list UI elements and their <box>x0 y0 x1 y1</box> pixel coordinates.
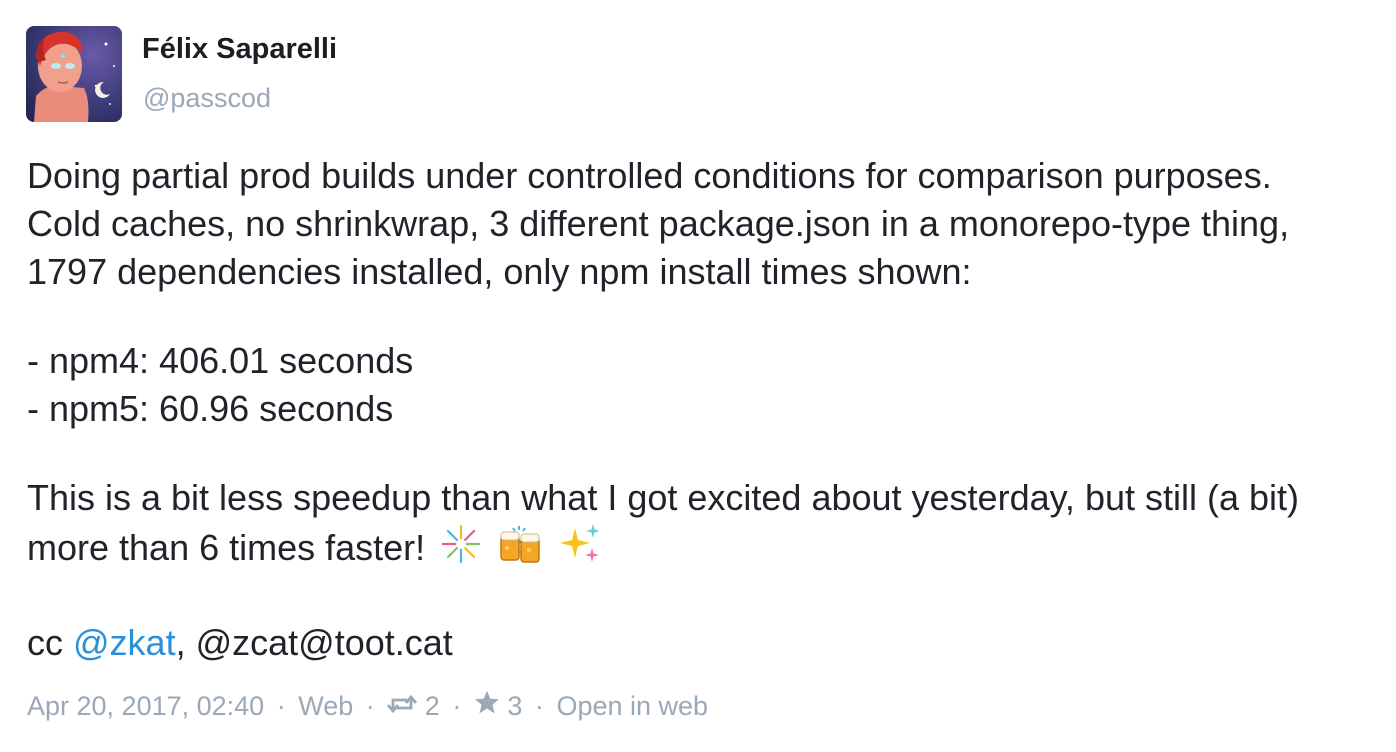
display-name[interactable]: Félix Saparelli <box>142 30 337 68</box>
paragraph-cc: cc @zkat, @zcat@toot.cat <box>27 619 1387 667</box>
timestamp-link[interactable]: Apr 20, 2017, 02:40 <box>27 691 264 721</box>
open-in-web-link[interactable]: Open in web <box>556 691 708 721</box>
cc-separator: , <box>175 622 196 663</box>
separator-dot: · <box>452 690 462 721</box>
text-line: Doing partial prod builds under controll… <box>27 155 1272 196</box>
status-card: Félix Saparelli @passcod Doing partial p… <box>0 0 1396 752</box>
text-line: This is a bit less speedup than what I g… <box>27 477 1300 518</box>
application-name: Web <box>298 690 354 721</box>
text-line: - npm4: 406.01 seconds <box>27 340 414 381</box>
paragraph-summary: This is a bit less speedup than what I g… <box>27 474 1387 578</box>
paragraph-results: - npm4: 406.01 seconds - npm5: 60.96 sec… <box>27 337 1387 433</box>
star-icon <box>474 688 500 724</box>
paragraph-intro: Doing partial prod builds under controll… <box>27 152 1387 296</box>
beers-emoji-icon <box>497 522 545 578</box>
sparkles-emoji-icon <box>559 522 603 578</box>
text-line: 1797 dependencies installed, only npm in… <box>27 251 972 292</box>
retweet-icon <box>387 688 418 724</box>
text-line: - npm5: 60.96 seconds <box>27 388 394 429</box>
mention-text-zcat: @zcat@toot.cat <box>195 622 453 663</box>
text-line: Cold caches, no shrinkwrap, 3 different … <box>27 203 1290 244</box>
separator-dot: · <box>365 690 375 721</box>
status-content: Doing partial prod builds under controll… <box>27 152 1387 667</box>
text-line-emoji: more than 6 times faster! <box>27 522 1387 578</box>
separator-dot: · <box>276 690 286 721</box>
avatar-image <box>26 26 122 122</box>
avatar[interactable] <box>26 26 122 122</box>
cc-prefix: cc <box>27 622 74 663</box>
text-fragment: more than 6 times faster! <box>27 527 426 568</box>
account-handle[interactable]: @passcod <box>143 80 271 116</box>
status-meta: Apr 20, 2017, 02:40 · Web · 2 · 3 · Open… <box>27 686 708 724</box>
reblogs-count: 2 <box>424 690 440 721</box>
favourites-count: 3 <box>507 690 523 721</box>
fireworks-emoji-icon <box>439 522 483 578</box>
separator-dot: · <box>534 690 544 721</box>
mention-link-zkat[interactable]: @zkat <box>73 622 176 663</box>
